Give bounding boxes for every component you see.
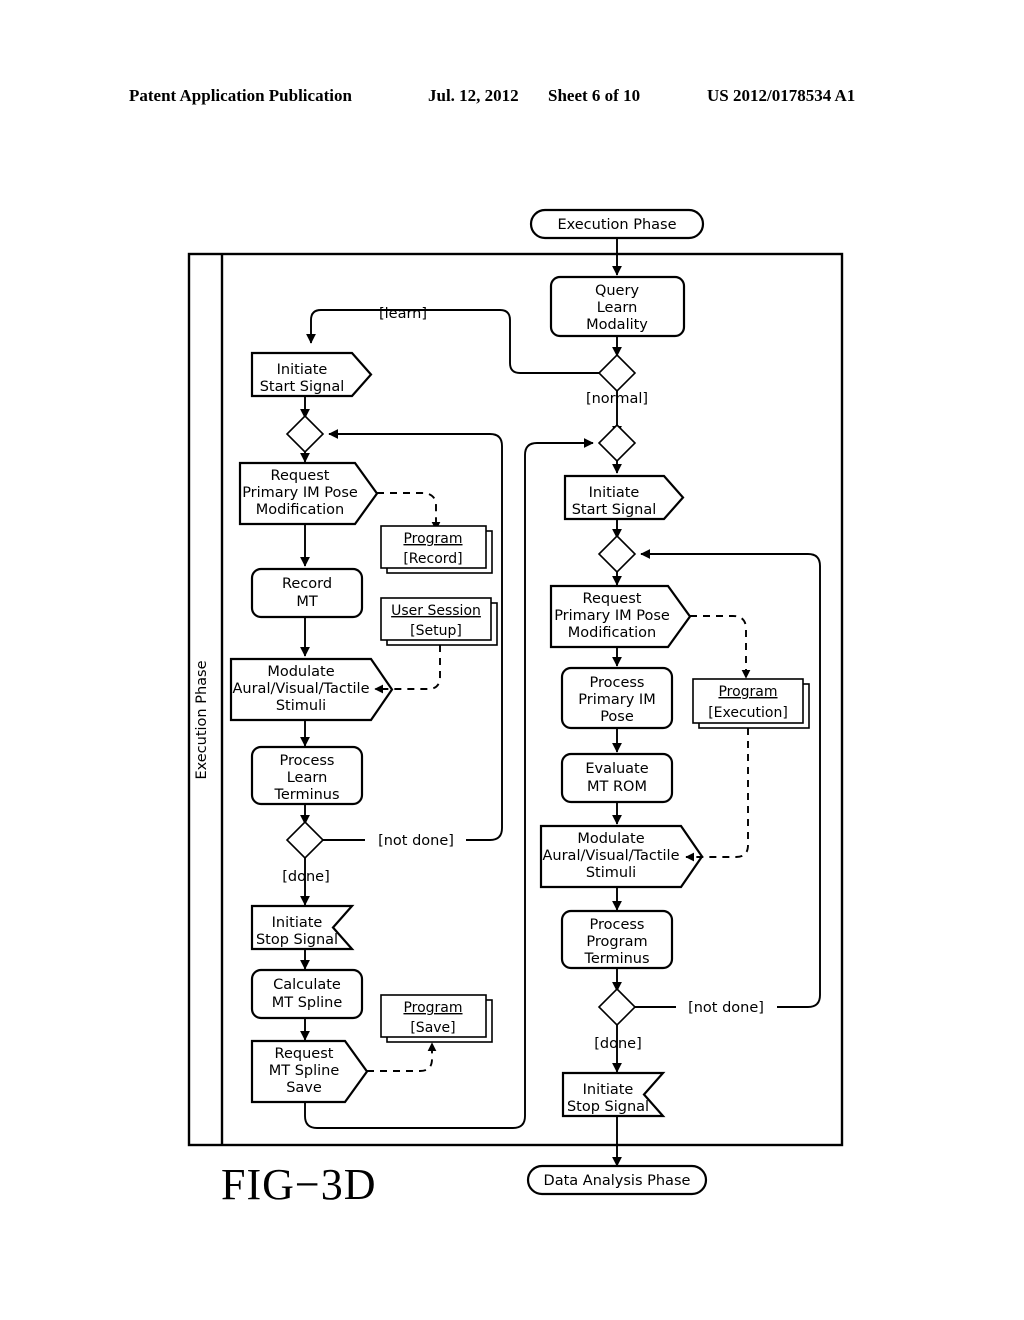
guard-left-not-done: [not done] [378, 833, 454, 849]
node-right-request-pose-modification[interactable]: Request Primary IM Pose Modification [549, 584, 692, 649]
decision-right-program-done[interactable] [597, 987, 637, 1027]
node-end-data-analysis-phase[interactable]: Data Analysis Phase [526, 1164, 708, 1196]
left-request-pose-line2: Primary IM Pose [242, 485, 358, 501]
left-process-learn-line2: Learn [287, 770, 328, 786]
query-learn-modality-line2: Learn [597, 300, 638, 316]
artifact-program-save[interactable]: Program [Save] [380, 994, 493, 1043]
right-initiate-start-line1: Initiate [589, 485, 640, 501]
node-right-initiate-start-signal[interactable]: Initiate Start Signal [563, 474, 685, 521]
node-right-process-program-terminus[interactable]: Process Program Terminus [560, 909, 674, 970]
node-right-process-primary-im-pose[interactable]: Process Primary IM Pose [560, 666, 674, 730]
dep-left-request-to-program-record [377, 492, 441, 531]
node-right-initiate-stop-signal[interactable]: Initiate Stop Signal [561, 1071, 666, 1118]
left-request-pose-line3: Modification [256, 502, 344, 518]
right-evaluate-rom-line2: MT ROM [587, 779, 647, 795]
decision-right-merge-normal[interactable] [597, 423, 637, 463]
node-query-learn-modality[interactable]: Query Learn Modality [549, 275, 686, 338]
right-request-pose-line2: Primary IM Pose [554, 608, 670, 624]
right-process-pose-line3: Pose [600, 709, 634, 725]
decision-right-merge-loop[interactable] [597, 534, 637, 574]
decision-left-merge[interactable] [285, 414, 325, 454]
left-initiate-stop-line2: Stop Signal [256, 932, 338, 948]
artifact-program-execution-state: [Execution] [708, 705, 788, 721]
right-initiate-stop-line1: Initiate [583, 1082, 634, 1098]
artifact-program-save-state: [Save] [410, 1020, 455, 1036]
right-request-pose-line3: Modification [568, 625, 656, 641]
node-left-initiate-start-signal[interactable]: Initiate Start Signal [250, 351, 373, 398]
node-start-label: Execution Phase [557, 217, 676, 233]
decision-learn-modality[interactable] [597, 353, 637, 393]
right-request-pose-line1: Request [583, 591, 642, 607]
left-request-save-line1: Request [275, 1046, 334, 1062]
artifact-program-record-title: Program [403, 531, 462, 547]
activity-diagram: Execution Phase Execution Phase Query Le… [187, 208, 844, 1196]
left-modulate-line2: Aural/Visual/Tactile [232, 681, 369, 697]
left-modulate-line3: Stimuli [276, 698, 326, 714]
artifact-program-record[interactable]: Program [Record] [380, 525, 493, 574]
artifact-user-session-state: [Setup] [410, 623, 462, 639]
node-left-record-mt[interactable]: Record MT [250, 567, 364, 619]
decision-left-learn-done[interactable] [285, 820, 325, 860]
left-record-mt-line2: MT [296, 594, 318, 610]
dep-right-request-to-program-execution [690, 615, 751, 679]
left-record-mt-line1: Record [282, 576, 332, 592]
left-request-save-line3: Save [286, 1080, 322, 1096]
dep-left-request-save-to-program-save [367, 1042, 437, 1072]
artifact-program-execution-title: Program [718, 684, 777, 700]
left-calculate-spline-line1: Calculate [273, 977, 341, 993]
swimlane-label: Execution Phase [194, 660, 210, 779]
artifact-user-session-title: User Session [391, 603, 481, 619]
node-right-evaluate-mt-rom[interactable]: Evaluate MT ROM [560, 752, 674, 804]
guard-learn: [learn] [379, 306, 427, 322]
node-left-modulate-stimuli[interactable]: Modulate Aural/Visual/Tactile Stimuli [229, 657, 394, 722]
right-evaluate-rom-line1: Evaluate [585, 761, 648, 777]
node-right-modulate-stimuli[interactable]: Modulate Aural/Visual/Tactile Stimuli [539, 824, 704, 889]
left-request-pose-line1: Request [271, 468, 330, 484]
node-left-initiate-stop-signal[interactable]: Initiate Stop Signal [250, 904, 355, 951]
right-modulate-line2: Aural/Visual/Tactile [542, 848, 679, 864]
artifact-program-execution[interactable]: Program [Execution] [692, 678, 810, 729]
right-process-program-line1: Process [589, 917, 644, 933]
left-initiate-start-line1: Initiate [277, 362, 328, 378]
left-modulate-line1: Modulate [267, 664, 334, 680]
right-process-program-line3: Terminus [583, 951, 649, 967]
node-left-calculate-mt-spline[interactable]: Calculate MT Spline [250, 968, 364, 1020]
left-initiate-start-line2: Start Signal [260, 379, 345, 395]
dep-program-execution-to-right-modulate [685, 728, 749, 862]
node-left-process-learn-terminus[interactable]: Process Learn Terminus [250, 745, 364, 806]
artifact-program-save-title: Program [403, 1000, 462, 1016]
left-initiate-stop-line1: Initiate [272, 915, 323, 931]
right-modulate-line1: Modulate [577, 831, 644, 847]
guard-right-not-done: [not done] [688, 1000, 764, 1016]
right-process-program-line2: Program [586, 934, 647, 950]
left-process-learn-line3: Terminus [273, 787, 339, 803]
right-process-pose-line2: Primary IM [578, 692, 655, 708]
patent-sheet: Patent Application Publication Jul. 12, … [0, 0, 1024, 1320]
guard-right-done: [done] [594, 1036, 642, 1052]
right-initiate-start-line2: Start Signal [572, 502, 657, 518]
artifact-program-record-state: [Record] [403, 551, 462, 567]
left-request-save-line2: MT Spline [269, 1063, 340, 1079]
query-learn-modality-line3: Modality [586, 317, 648, 333]
right-initiate-stop-line2: Stop Signal [567, 1099, 649, 1115]
node-end-label: Data Analysis Phase [544, 1173, 691, 1189]
node-left-request-mt-spline-save[interactable]: Request MT Spline Save [250, 1039, 369, 1104]
query-learn-modality-line1: Query [595, 283, 639, 299]
artifact-user-session[interactable]: User Session [Setup] [380, 597, 498, 646]
guard-left-done: [done] [282, 869, 330, 885]
right-process-pose-line1: Process [589, 675, 644, 691]
left-process-learn-line1: Process [279, 753, 334, 769]
node-left-request-pose-modification[interactable]: Request Primary IM Pose Modification [238, 461, 379, 526]
left-calculate-spline-line2: MT Spline [272, 995, 343, 1011]
right-modulate-line3: Stimuli [586, 865, 636, 881]
node-start-execution-phase[interactable]: Execution Phase [529, 208, 705, 240]
